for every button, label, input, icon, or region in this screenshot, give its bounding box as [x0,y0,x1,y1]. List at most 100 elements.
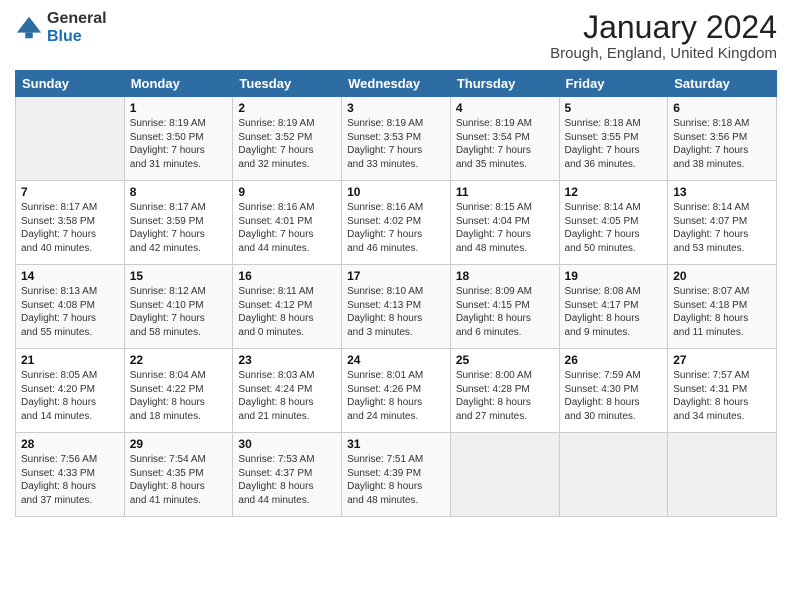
calendar-cell: 9 Sunrise: 8:16 AM Sunset: 4:01 PM Daylig… [233,181,342,265]
day-info: Sunrise: 8:19 AM Sunset: 3:52 PM Dayligh… [238,117,336,171]
day-info: Sunrise: 8:18 AM Sunset: 3:55 PM Dayligh… [565,117,663,171]
day-info: Sunrise: 8:08 AM Sunset: 4:17 PM Dayligh… [565,285,663,339]
logo-general: General [47,10,107,28]
day-number: 10 [347,185,445,199]
day-info: Sunrise: 8:13 AM Sunset: 4:08 PM Dayligh… [21,285,119,339]
col-thursday: Thursday [450,71,559,97]
day-info: Sunrise: 8:11 AM Sunset: 4:12 PM Dayligh… [238,285,336,339]
day-info: Sunrise: 7:54 AM Sunset: 4:35 PM Dayligh… [130,453,228,507]
week-row-2: 7 Sunrise: 8:17 AM Sunset: 3:58 PM Daylig… [16,181,777,265]
day-number: 15 [130,269,228,283]
day-number: 28 [21,437,119,451]
calendar-cell: 19 Sunrise: 8:08 AM Sunset: 4:17 PM Dayli… [559,265,668,349]
day-info: Sunrise: 8:19 AM Sunset: 3:54 PM Dayligh… [456,117,554,171]
day-number: 25 [456,353,554,367]
calendar-cell: 21Sunrise: 8:05 AM Sunset: 4:20 PM Dayli… [16,349,125,433]
calendar-cell: 1 Sunrise: 8:19 AM Sunset: 3:50 PM Daylig… [124,97,233,181]
day-info: Sunrise: 8:10 AM Sunset: 4:13 PM Dayligh… [347,285,445,339]
day-number: 4 [456,101,554,115]
calendar-cell: 24 Sunrise: 8:01 AM Sunset: 4:26 PM Dayli… [342,349,451,433]
day-info: Sunrise: 8:09 AM Sunset: 4:15 PM Dayligh… [456,285,554,339]
calendar-cell [668,433,777,517]
day-number: 30 [238,437,336,451]
day-info: Sunrise: 7:59 AM Sunset: 4:30 PM Dayligh… [565,369,663,423]
day-number: 16 [238,269,336,283]
calendar-cell [16,97,125,181]
week-row-5: 28Sunrise: 7:56 AM Sunset: 4:33 PM Dayli… [16,433,777,517]
day-info: Sunrise: 8:00 AM Sunset: 4:28 PM Dayligh… [456,369,554,423]
day-number: 31 [347,437,445,451]
calendar-cell: 25 Sunrise: 8:00 AM Sunset: 4:28 PM Dayli… [450,349,559,433]
day-number: 24 [347,353,445,367]
logo-blue: Blue [47,28,107,46]
calendar-cell: 20 Sunrise: 8:07 AM Sunset: 4:18 PM Dayli… [668,265,777,349]
calendar-cell: 13 Sunrise: 8:14 AM Sunset: 4:07 PM Dayli… [668,181,777,265]
day-info: Sunrise: 8:19 AM Sunset: 3:53 PM Dayligh… [347,117,445,171]
day-number: 1 [130,101,228,115]
col-sunday: Sunday [16,71,125,97]
calendar-cell: 26 Sunrise: 7:59 AM Sunset: 4:30 PM Dayli… [559,349,668,433]
day-number: 14 [21,269,119,283]
day-number: 3 [347,101,445,115]
day-number: 7 [21,185,119,199]
day-number: 19 [565,269,663,283]
calendar-cell: 31 Sunrise: 7:51 AM Sunset: 4:39 PM Dayli… [342,433,451,517]
day-number: 11 [456,185,554,199]
day-number: 27 [673,353,771,367]
calendar-cell: 29 Sunrise: 7:54 AM Sunset: 4:35 PM Dayli… [124,433,233,517]
calendar-cell: 2 Sunrise: 8:19 AM Sunset: 3:52 PM Daylig… [233,97,342,181]
day-number: 17 [347,269,445,283]
day-number: 29 [130,437,228,451]
calendar-cell [450,433,559,517]
day-number: 20 [673,269,771,283]
calendar-cell: 23 Sunrise: 8:03 AM Sunset: 4:24 PM Dayli… [233,349,342,433]
title-location: Brough, England, United Kingdom [550,45,777,62]
col-monday: Monday [124,71,233,97]
calendar-cell: 28Sunrise: 7:56 AM Sunset: 4:33 PM Dayli… [16,433,125,517]
logo: General Blue [15,10,107,45]
day-info: Sunrise: 7:53 AM Sunset: 4:37 PM Dayligh… [238,453,336,507]
day-info: Sunrise: 8:14 AM Sunset: 4:07 PM Dayligh… [673,201,771,255]
calendar-cell: 5 Sunrise: 8:18 AM Sunset: 3:55 PM Daylig… [559,97,668,181]
col-saturday: Saturday [668,71,777,97]
day-number: 9 [238,185,336,199]
day-number: 2 [238,101,336,115]
day-number: 26 [565,353,663,367]
title-block: January 2024 Brough, England, United Kin… [550,10,777,62]
week-row-1: 1 Sunrise: 8:19 AM Sunset: 3:50 PM Daylig… [16,97,777,181]
day-number: 12 [565,185,663,199]
calendar-cell: 6Sunrise: 8:18 AM Sunset: 3:56 PM Daylig… [668,97,777,181]
day-number: 18 [456,269,554,283]
day-info: Sunrise: 8:15 AM Sunset: 4:04 PM Dayligh… [456,201,554,255]
day-info: Sunrise: 8:14 AM Sunset: 4:05 PM Dayligh… [565,201,663,255]
calendar-cell: 8Sunrise: 8:17 AM Sunset: 3:59 PM Daylig… [124,181,233,265]
day-info: Sunrise: 8:01 AM Sunset: 4:26 PM Dayligh… [347,369,445,423]
logo-text: General Blue [47,10,107,45]
calendar-cell [559,433,668,517]
day-info: Sunrise: 8:17 AM Sunset: 3:58 PM Dayligh… [21,201,119,255]
header: General Blue January 2024 Brough, Englan… [15,10,777,62]
calendar-cell: 18 Sunrise: 8:09 AM Sunset: 4:15 PM Dayli… [450,265,559,349]
calendar-cell: 11 Sunrise: 8:15 AM Sunset: 4:04 PM Dayli… [450,181,559,265]
day-number: 5 [565,101,663,115]
day-number: 6 [673,101,771,115]
day-number: 22 [130,353,228,367]
col-friday: Friday [559,71,668,97]
day-info: Sunrise: 8:04 AM Sunset: 4:22 PM Dayligh… [130,369,228,423]
day-info: Sunrise: 8:07 AM Sunset: 4:18 PM Dayligh… [673,285,771,339]
week-row-4: 21Sunrise: 8:05 AM Sunset: 4:20 PM Dayli… [16,349,777,433]
day-info: Sunrise: 8:16 AM Sunset: 4:01 PM Dayligh… [238,201,336,255]
day-info: Sunrise: 7:57 AM Sunset: 4:31 PM Dayligh… [673,369,771,423]
day-number: 13 [673,185,771,199]
day-info: Sunrise: 8:12 AM Sunset: 4:10 PM Dayligh… [130,285,228,339]
day-number: 8 [130,185,228,199]
day-info: Sunrise: 8:03 AM Sunset: 4:24 PM Dayligh… [238,369,336,423]
day-info: Sunrise: 7:51 AM Sunset: 4:39 PM Dayligh… [347,453,445,507]
calendar-cell: 15 Sunrise: 8:12 AM Sunset: 4:10 PM Dayli… [124,265,233,349]
calendar-cell: 3 Sunrise: 8:19 AM Sunset: 3:53 PM Daylig… [342,97,451,181]
calendar-cell: 7 Sunrise: 8:17 AM Sunset: 3:58 PM Daylig… [16,181,125,265]
day-number: 23 [238,353,336,367]
logo-icon [15,14,43,42]
day-info: Sunrise: 8:19 AM Sunset: 3:50 PM Dayligh… [130,117,228,171]
week-row-3: 14 Sunrise: 8:13 AM Sunset: 4:08 PM Dayli… [16,265,777,349]
